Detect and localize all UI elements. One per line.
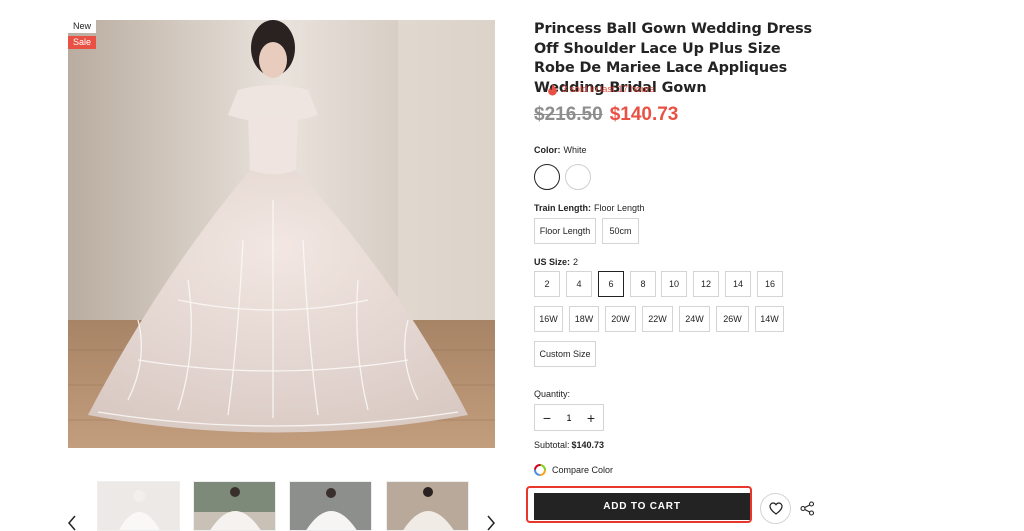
thumbnail-1[interactable] [97,481,180,531]
swatch-ivory[interactable] [565,164,591,190]
size-option-16[interactable]: 16 [757,271,783,297]
quantity-input[interactable] [559,412,579,423]
quantity-label: Quantity: [534,389,571,399]
quantity-stepper: − + [534,404,604,431]
subtotal: Subtotal: $140.73 [534,440,605,450]
wishlist-button[interactable] [760,493,791,524]
train-length-value: Floor Length [594,203,645,213]
chevron-right-icon[interactable] [484,513,498,531]
train-length-label: Train Length: Floor Length [534,203,645,213]
thumbnail-2[interactable] [193,481,276,531]
quantity-increase-button[interactable]: + [585,411,597,425]
main-product-image[interactable] [68,20,495,448]
new-badge: New [68,20,97,33]
compare-color-label: Compare Color [552,465,614,475]
wedding-dress-photo [68,20,495,448]
size-option-custom[interactable]: Custom Size [534,341,596,367]
size-label: US Size: 2 [534,257,579,267]
size-option-8[interactable]: 8 [630,271,656,297]
sold-text: 3 sold in last 17 hours [562,84,655,95]
size-option-22w[interactable]: 22W [642,306,673,332]
quantity-decrease-button[interactable]: − [541,411,553,425]
subtotal-value: $140.73 [571,440,605,450]
train-option-floor-length[interactable]: Floor Length [534,218,596,244]
thumbnail-3[interactable] [289,481,372,531]
size-option-2[interactable]: 2 [534,271,560,297]
sold-indicator: 3 sold in last 17 hours [547,83,654,96]
thumbnail-strip [0,471,510,531]
swatch-white[interactable] [534,164,560,190]
original-price: $216.50 [534,104,603,125]
train-option-50cm[interactable]: 50cm [602,218,639,244]
size-option-14w[interactable]: 14W [755,306,784,332]
size-option-12[interactable]: 12 [693,271,719,297]
compare-color-link[interactable]: Compare Color [534,464,613,476]
chevron-left-icon[interactable] [65,513,79,531]
sale-badge: Sale [68,36,97,49]
size-option-18w[interactable]: 18W [569,306,599,332]
fire-icon [548,83,557,96]
size-value: 2 [573,257,579,267]
size-option-26w[interactable]: 26W [716,306,749,332]
size-option-6[interactable]: 6 [598,271,624,297]
size-option-20w[interactable]: 20W [605,306,636,332]
color-value: White [563,145,587,155]
heart-icon [768,502,783,515]
size-option-14[interactable]: 14 [725,271,751,297]
thumbnail-4[interactable] [386,481,469,531]
add-to-cart-button[interactable]: ADD TO CART [534,493,750,520]
size-option-10[interactable]: 10 [661,271,687,297]
size-option-16w[interactable]: 16W [534,306,563,332]
sale-price: $140.73 [609,104,679,125]
size-option-4[interactable]: 4 [566,271,592,297]
color-label: Color: White [534,145,587,155]
compare-color-icon [534,464,546,476]
share-icon[interactable] [800,501,815,516]
price-block: $216.50 $140.73 [534,104,678,126]
size-option-24w[interactable]: 24W [679,306,710,332]
